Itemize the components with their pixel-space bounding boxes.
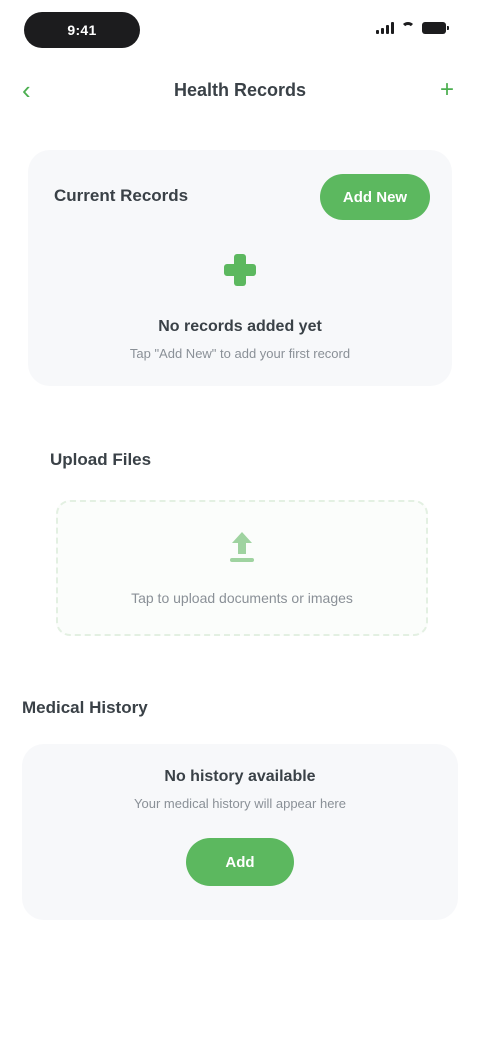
current-records-card: Current Records Add New No records added… [28, 150, 452, 386]
battery-icon [422, 22, 449, 34]
status-time-pill: 9:41 [24, 12, 140, 48]
page-title: Health Records [173, 80, 307, 100]
add-record-button[interactable]: Add New [320, 174, 430, 220]
records-card-title: Current Records [54, 186, 189, 205]
upload-icon [220, 526, 264, 570]
history-section-title: Medical History [22, 698, 148, 717]
status-time: 9:41 [67, 22, 97, 38]
history-empty-title: No history available [164, 768, 316, 785]
status-icons [376, 22, 449, 34]
plus-icon[interactable]: + [432, 76, 462, 104]
navigation-bar: ‹ Health Records + [0, 62, 480, 118]
medical-history-card: No history available Your medical histor… [22, 744, 458, 920]
upload-dropzone[interactable]: Tap to upload documents or images [56, 500, 428, 636]
upload-instructions: Tap to upload documents or images [131, 590, 353, 606]
records-empty-title: No records added yet [158, 318, 322, 335]
medical-cross-icon [220, 250, 260, 290]
records-empty-subtitle: Tap "Add New" to add your first record [129, 346, 351, 361]
upload-section-title: Upload Files [50, 450, 152, 469]
signal-icon [376, 22, 394, 34]
status-bar: 9:41 [0, 0, 480, 60]
history-empty-subtitle: Your medical history will appear here [134, 796, 346, 811]
add-history-button[interactable]: Add [186, 838, 294, 886]
wifi-icon [400, 22, 416, 34]
